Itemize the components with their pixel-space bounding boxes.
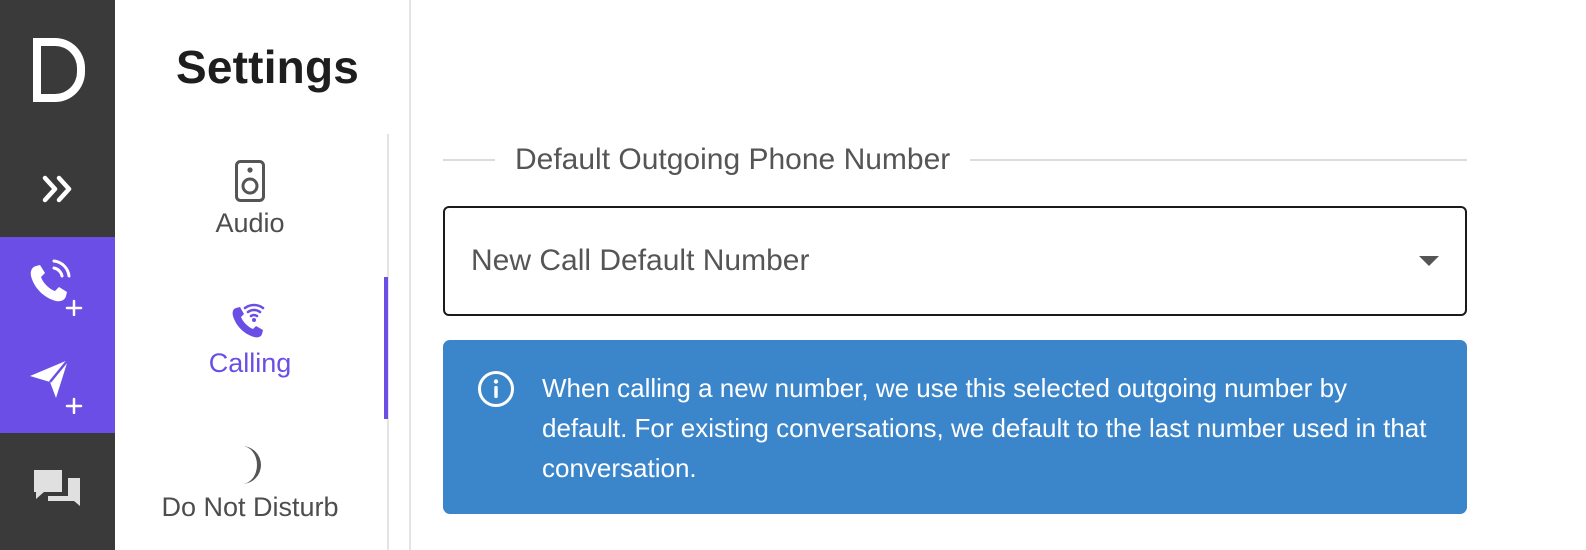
- app-logo[interactable]: [0, 0, 115, 140]
- phone-wifi-icon: [232, 303, 265, 338]
- info-text: When calling a new number, we use this s…: [542, 373, 1427, 483]
- select-value: New Call Default Number: [471, 244, 810, 277]
- info-icon: [478, 371, 514, 407]
- chevron-down-icon: [1419, 256, 1439, 266]
- conversations-button[interactable]: [0, 433, 115, 550]
- speaker-icon: [235, 160, 265, 202]
- new-call-button[interactable]: [0, 237, 115, 335]
- double-chevron-right-icon: [42, 175, 71, 202]
- send-plus-icon: [29, 359, 82, 414]
- settings-title: Settings: [176, 41, 360, 93]
- logo-icon: [32, 38, 85, 102]
- nav-item-audio[interactable]: Audio: [115, 160, 385, 239]
- nav-item-calling[interactable]: Calling: [115, 302, 385, 379]
- info-banner: When calling a new number, we use this s…: [443, 340, 1467, 514]
- new-message-button[interactable]: [0, 335, 115, 433]
- nav-item-label: Audio: [215, 208, 285, 238]
- nav-item-do-not-disturb[interactable]: Do Not Disturb: [115, 444, 385, 523]
- default-number-select[interactable]: New Call Default Number: [443, 206, 1467, 316]
- nav-item-label: Do Not Disturb: [161, 492, 339, 522]
- app-rail: [0, 0, 115, 550]
- divider-line: [443, 159, 495, 161]
- phone-plus-icon: [30, 259, 82, 316]
- nav-item-label: Calling: [208, 348, 292, 378]
- chat-bubbles-icon: [33, 469, 80, 506]
- divider-line: [970, 159, 1467, 161]
- section-header: Default Outgoing Phone Number: [443, 140, 1467, 180]
- panel-divider: [409, 0, 411, 550]
- settings-nav: Settings Audio Calling Do Not Disturb: [115, 0, 410, 550]
- section-title: Default Outgoing Phone Number: [515, 143, 951, 176]
- moon-icon: [242, 446, 261, 484]
- expand-sidebar-button[interactable]: [0, 140, 115, 237]
